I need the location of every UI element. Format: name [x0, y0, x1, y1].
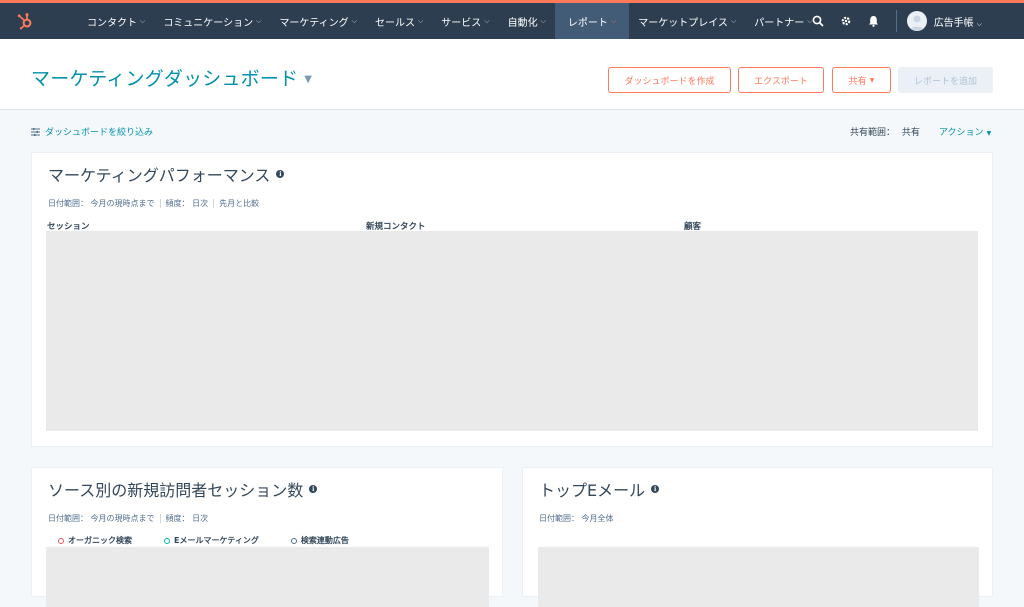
- nav-conversations[interactable]: コミュニケーション ⌵: [154, 3, 270, 39]
- caret-down-icon: ▼: [986, 130, 992, 137]
- sessions-by-source-card: ソース別の新規訪問者セッション数 i 日付範囲： 今月の現時点まで 頻度： 日次 …: [31, 467, 503, 607]
- nav-contacts[interactable]: コンタクト ⌵: [78, 3, 154, 39]
- chevron-down-icon: ⌵: [540, 16, 546, 25]
- hubspot-logo-icon[interactable]: [0, 3, 50, 39]
- legend-marker: [58, 537, 64, 544]
- chevron-down-icon: ⌵: [730, 16, 737, 25]
- search-icon[interactable]: [804, 3, 832, 39]
- nav-divider: [895, 10, 897, 32]
- account-menu[interactable]: 広告手帳 ⌵: [934, 14, 982, 29]
- chart-loading-placeholder: [46, 547, 489, 607]
- card-title: トップEメール i: [539, 477, 660, 501]
- add-report-button[interactable]: レポートを追加: [898, 67, 993, 93]
- nav-service[interactable]: サービス ⌵: [432, 3, 498, 39]
- nav-marketplace[interactable]: マーケットプレイス ⌵: [629, 3, 745, 39]
- avatar[interactable]: [906, 11, 927, 31]
- legend-marker: [164, 537, 170, 544]
- sharing-scope: 共有範囲： 共有: [850, 128, 920, 138]
- nav-automation[interactable]: 自動化 ⌵: [499, 3, 555, 39]
- top-navigation: コンタクト ⌵ コミュニケーション ⌵ マーケティング ⌵ セールス ⌵ サービス ⌵ 自…: [0, 3, 1024, 39]
- card-title: マーケティングパフォーマンス i: [48, 162, 285, 186]
- actions-dropdown[interactable]: アクション ▼: [939, 125, 991, 138]
- page-title: マーケティングダッシュボード: [31, 68, 299, 90]
- info-icon[interactable]: i: [276, 170, 285, 178]
- chart-loading-placeholder: [538, 547, 979, 607]
- caret-down-icon: ▼: [869, 76, 875, 84]
- nav-sales[interactable]: セールス ⌵: [366, 3, 432, 39]
- legend-item-paid-search[interactable]: 検索連動広告: [290, 535, 349, 546]
- info-icon[interactable]: i: [651, 485, 660, 493]
- filter-bar: ダッシュボードを絞り込み 共有範囲： 共有 アクション ▼: [0, 110, 1024, 152]
- chevron-down-icon: ⌵: [256, 16, 262, 25]
- chevron-down-icon: ⌵: [976, 19, 982, 28]
- chevron-down-icon: ⌵: [351, 16, 357, 25]
- legend-item-organic-search[interactable]: オーガニック検索: [58, 535, 132, 546]
- dashboard-selector[interactable]: マーケティングダッシュボード ▼: [31, 64, 312, 91]
- chevron-down-icon: ⌵: [610, 16, 617, 25]
- info-icon[interactable]: i: [309, 485, 318, 493]
- chart-legend: オーガニック検索 Eメールマーケティング 検索連動広告: [58, 535, 381, 546]
- caret-down-icon: ▼: [304, 74, 313, 85]
- chevron-down-icon: ⌵: [140, 16, 146, 25]
- filter-dashboard-link[interactable]: ダッシュボードを絞り込み: [31, 125, 153, 138]
- nav-reports[interactable]: レポート ⌵: [554, 3, 630, 39]
- create-dashboard-button[interactable]: ダッシュボードを作成: [608, 67, 731, 93]
- chevron-down-icon: ⌵: [484, 16, 490, 25]
- nav-right-tools: 広告手帳 ⌵: [804, 3, 1024, 39]
- nav-marketing[interactable]: マーケティング ⌵: [270, 3, 366, 39]
- card-meta: 日付範囲： 今月全体: [539, 514, 614, 523]
- filter-sliders-icon: [31, 127, 40, 136]
- legend-marker: [290, 537, 297, 544]
- bell-icon[interactable]: [860, 3, 888, 39]
- card-title: ソース別の新規訪問者セッション数 i: [48, 477, 318, 501]
- card-meta: 日付範囲： 今月の現時点まで 頻度： 日次 先月と比較: [48, 199, 260, 208]
- gear-icon[interactable]: [832, 3, 860, 39]
- export-button[interactable]: エクスポート: [738, 67, 824, 93]
- card-meta: 日付範囲： 今月の現時点まで 頻度： 日次: [48, 514, 209, 523]
- marketing-performance-card: マーケティングパフォーマンス i 日付範囲： 今月の現時点まで 頻度： 日次 先月…: [31, 152, 993, 447]
- page-header: マーケティングダッシュボード ▼ ダッシュボードを作成 エクスポート 共有 ▼ レポ…: [0, 39, 1024, 110]
- top-emails-card: トップEメール i 日付範囲： 今月全体: [522, 467, 993, 607]
- chart-loading-placeholder: [46, 231, 978, 431]
- share-button[interactable]: 共有 ▼: [832, 67, 891, 93]
- legend-item-email-marketing[interactable]: Eメールマーケティング: [164, 535, 259, 546]
- chevron-down-icon: ⌵: [417, 16, 424, 25]
